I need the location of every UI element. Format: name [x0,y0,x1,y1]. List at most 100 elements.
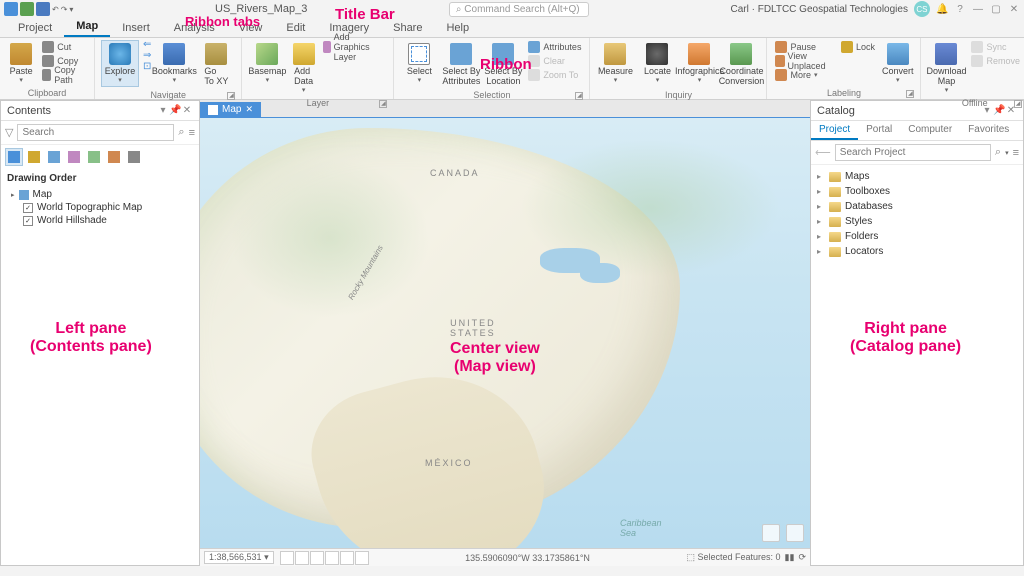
contents-search-input[interactable] [17,124,174,141]
list-by-snapping-icon[interactable] [85,148,103,166]
status-tool-icon[interactable] [295,551,309,565]
tab-analysis[interactable]: Analysis [162,19,227,37]
catalog-node-folders[interactable]: ▸Folders [817,229,1017,244]
basemap-button[interactable]: Basemap▾ [248,40,286,87]
checkbox-icon[interactable]: ✓ [23,216,33,226]
convert-button[interactable]: Convert▾ [881,40,915,87]
toc-layer-0[interactable]: ✓World Topographic Map [7,201,193,214]
minimize-icon[interactable]: — [972,4,984,15]
pause-draw-icon[interactable]: ▮▮ [785,552,795,563]
toc-map[interactable]: ▸Map [7,188,193,201]
checkbox-icon[interactable]: ✓ [23,203,33,213]
selected-features[interactable]: ⬚ Selected Features: 0 [686,552,780,563]
north-arrow-icon[interactable] [762,524,780,542]
command-search[interactable]: ⌕ Command Search (Alt+Q) [449,2,589,17]
attributes-button[interactable]: Attributes [526,40,583,54]
open-icon[interactable] [20,2,34,16]
locate-button[interactable]: Locate▾ [638,40,676,87]
catalog-tab-project[interactable]: Project [811,121,858,140]
bookmarks-button[interactable]: Bookmarks▾ [155,40,193,87]
contents-menu-icon[interactable]: ▾ [157,105,169,116]
close-icon[interactable]: ✕ [1008,4,1020,15]
remove-button[interactable]: Remove [969,54,1022,68]
coord-conv-button[interactable]: Coordinate Conversion [722,40,760,89]
save-icon[interactable] [36,2,50,16]
navigate-launcher-icon[interactable]: ◢ [227,92,235,100]
catalog-search-input[interactable] [835,144,991,161]
nav-fwd-icon[interactable]: ⇒ [143,51,151,61]
search-icon[interactable]: ⌕ [995,146,1001,159]
more-button[interactable]: More▾ [773,68,835,82]
new-project-icon[interactable] [4,2,18,16]
nav-full-icon[interactable]: ⊡ [143,62,151,72]
clear-button[interactable]: Clear [526,54,583,68]
search-dropdown-icon[interactable]: ▾ [1005,149,1009,157]
download-map-button[interactable]: Download Map▾ [927,40,965,97]
select-by-attr-button[interactable]: Select By Attributes [442,40,480,89]
catalog-tab-portal[interactable]: Portal [858,121,900,140]
add-data-button[interactable]: Add Data▾ [290,40,316,97]
avatar[interactable]: CS [914,1,930,17]
redo-icon[interactable]: ↷ [61,5,68,14]
catalog-node-toolboxes[interactable]: ▸Toolboxes [817,184,1017,199]
tab-share[interactable]: Share [381,19,434,37]
lock-button[interactable]: Lock [839,40,877,54]
scale-combo[interactable]: 1:38,566,531 ▾ [204,551,274,564]
qat-dropdown-icon[interactable]: ▾ [69,5,73,14]
notifications-icon[interactable]: 🔔 [936,4,948,15]
list-by-source-icon[interactable] [25,148,43,166]
view-unplaced-button[interactable]: View Unplaced [773,54,835,68]
infographics-button[interactable]: Infographics▾ [680,40,718,87]
undo-icon[interactable]: ↶ [52,5,59,14]
list-by-editing-icon[interactable] [65,148,83,166]
back-icon[interactable]: ⟵ [815,146,831,159]
list-by-perspective-icon[interactable] [125,148,143,166]
catalog-burger-icon[interactable]: ≡ [1013,147,1019,159]
catalog-node-databases[interactable]: ▸Databases [817,199,1017,214]
contents-close-icon[interactable]: ✕ [181,105,193,116]
catalog-tab-computer[interactable]: Computer [900,121,960,140]
layer-launcher-icon[interactable]: ◢ [379,100,387,108]
maximize-icon[interactable]: ▢ [990,4,1002,15]
nav-back-icon[interactable]: ⇐ [143,40,151,50]
contents-burger-icon[interactable]: ≡ [189,127,195,139]
tab-project[interactable]: Project [6,19,64,37]
refresh-icon[interactable]: ⟳ [798,552,806,563]
select-button[interactable]: Select▾ [400,40,438,87]
search-icon[interactable]: ⌕ [178,126,184,139]
tab-map[interactable]: Map [64,17,110,37]
status-tool-icon[interactable] [280,551,294,565]
labeling-launcher-icon[interactable]: ◢ [906,90,914,98]
list-by-drawing-icon[interactable] [5,148,23,166]
zoom-to-button[interactable]: Zoom To [526,68,583,82]
help-icon[interactable]: ? [954,4,966,15]
select-by-loc-button[interactable]: Select By Location [484,40,522,89]
tab-help[interactable]: Help [434,19,481,37]
sync-button[interactable]: Sync [969,40,1022,54]
catalog-node-maps[interactable]: ▸Maps [817,169,1017,184]
catalog-tab-favorites[interactable]: Favorites [960,121,1017,140]
status-tool-icon[interactable] [325,551,339,565]
contents-pin-icon[interactable]: 📌 [169,105,181,116]
status-tool-icon[interactable] [340,551,354,565]
toc-layer-1[interactable]: ✓World Hillshade [7,214,193,227]
catalog-node-styles[interactable]: ▸Styles [817,214,1017,229]
tab-insert[interactable]: Insert [110,19,162,37]
explore-button[interactable]: Explore▾ [101,40,139,87]
goto-xy-button[interactable]: Go To XY [197,40,235,89]
list-by-selection-icon[interactable] [45,148,63,166]
catalog-node-locators[interactable]: ▸Locators [817,244,1017,259]
navigator-icon[interactable] [786,524,804,542]
status-tool-icon[interactable] [355,551,369,565]
tab-edit[interactable]: Edit [274,19,317,37]
offline-launcher-icon[interactable]: ◢ [1014,100,1022,108]
measure-button[interactable]: Measure▾ [596,40,634,87]
tab-view[interactable]: View [227,19,275,37]
add-graphics-button[interactable]: Add Graphics Layer [321,40,388,54]
selection-launcher-icon[interactable]: ◢ [575,92,583,100]
status-tool-icon[interactable] [310,551,324,565]
paste-button[interactable]: Paste▾ [6,40,36,87]
cut-button[interactable]: Cut [40,40,88,54]
copy-path-button[interactable]: Copy Path [40,68,88,82]
map-canvas[interactable]: CANADA UNITED STATES MÉXICO Caribbean Se… [200,118,810,548]
